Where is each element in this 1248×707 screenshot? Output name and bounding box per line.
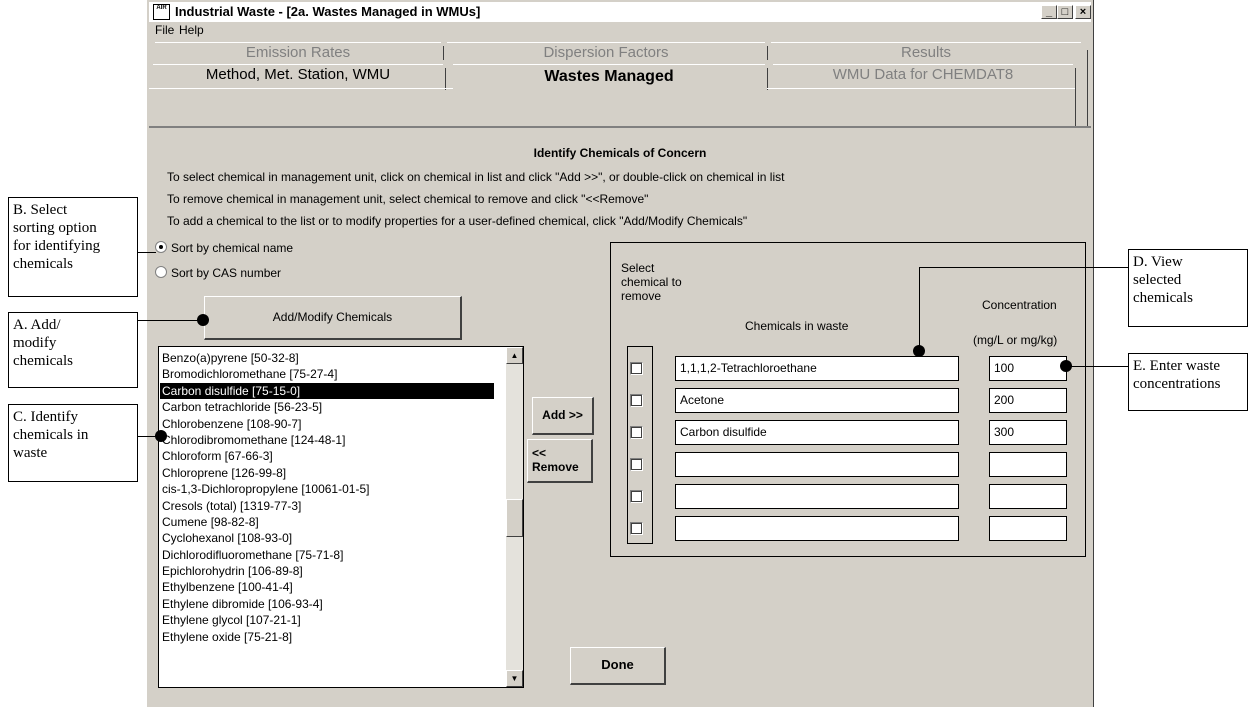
radio-empty-icon bbox=[155, 266, 167, 278]
chemical-in-waste-field[interactable] bbox=[675, 484, 959, 509]
remove-checkbox-column bbox=[627, 346, 653, 544]
chemical-list-item[interactable]: Chloroform [67-66-3] bbox=[160, 448, 494, 464]
concentration-input[interactable] bbox=[989, 516, 1067, 541]
callout-b: B. Select sorting option for identifying… bbox=[8, 197, 138, 297]
leader-c-dot bbox=[155, 430, 167, 442]
concentration-input[interactable] bbox=[989, 484, 1067, 509]
remove-column-header: Select chemical to remove bbox=[621, 261, 682, 303]
scroll-down-icon[interactable]: ▼ bbox=[506, 670, 523, 687]
remove-checkbox[interactable] bbox=[630, 426, 643, 439]
instruction-add-modify: To add a chemical to the list or to modi… bbox=[167, 214, 748, 228]
add-button[interactable]: Add >> bbox=[532, 397, 594, 435]
chemical-list-item[interactable]: Cresols (total) [1319-77-3] bbox=[160, 498, 494, 514]
chemical-in-waste-field[interactable] bbox=[675, 452, 959, 477]
instruction-select: To select chemical in management unit, c… bbox=[167, 170, 785, 184]
chemical-in-waste-field[interactable]: Carbon disulfide bbox=[675, 420, 959, 445]
scroll-up-icon[interactable]: ▲ bbox=[506, 347, 523, 364]
remove-checkbox[interactable] bbox=[630, 458, 643, 471]
chemical-list-item[interactable]: Carbon disulfide [75-15-0] bbox=[160, 382, 494, 400]
callout-c: C. Identify chemicals in waste bbox=[8, 404, 138, 482]
chemical-list-item[interactable]: cis-1,3-Dichloropropylene [10061-01-5] bbox=[160, 481, 494, 497]
tab-results[interactable]: Results bbox=[771, 42, 1081, 62]
leader-b bbox=[138, 252, 156, 253]
callout-d: D. View selected chemicals bbox=[1128, 249, 1248, 327]
maximize-button[interactable]: □ bbox=[1057, 5, 1073, 19]
remove-checkbox[interactable] bbox=[630, 362, 643, 375]
instruction-remove: To remove chemical in management unit, s… bbox=[167, 192, 649, 206]
chemical-list-item[interactable]: Benzo(a)pyrene [50-32-8] bbox=[160, 350, 494, 366]
remove-button[interactable]: << Remove bbox=[527, 439, 593, 483]
menu-help[interactable]: Help bbox=[179, 23, 204, 37]
callout-a: A. Add/ modify chemicals bbox=[8, 312, 138, 388]
chemical-list-item[interactable]: Ethylbenzene [100-41-4] bbox=[160, 579, 494, 595]
tab-method-station-wmu[interactable]: Method, Met. Station, WMU bbox=[153, 64, 443, 84]
radio-selected-icon bbox=[155, 241, 167, 253]
remove-checkbox[interactable] bbox=[630, 490, 643, 503]
window-title: Industrial Waste - [2a. Wastes Managed i… bbox=[175, 4, 481, 19]
leader-d-vertical bbox=[919, 267, 920, 351]
chemical-list-item[interactable]: Cumene [98-82-8] bbox=[160, 514, 494, 530]
chemical-list-item[interactable]: Bromodichloromethane [75-27-4] bbox=[160, 366, 494, 382]
done-button[interactable]: Done bbox=[570, 647, 666, 685]
leader-a-dot bbox=[197, 314, 209, 326]
scroll-thumb[interactable] bbox=[506, 499, 523, 537]
leader-d-horizontal bbox=[920, 267, 1128, 268]
leader-a bbox=[138, 320, 202, 321]
leader-d-dot bbox=[913, 345, 925, 357]
minimize-button[interactable]: _ bbox=[1041, 5, 1057, 19]
app-window: AIR Industrial Waste - [2a. Wastes Manag… bbox=[146, 0, 1094, 707]
remove-checkbox[interactable] bbox=[630, 522, 643, 535]
chemical-list-item[interactable]: Cyclohexanol [108-93-0] bbox=[160, 530, 494, 546]
leader-e bbox=[1068, 366, 1128, 367]
units-column-header: (mg/L or mg/kg) bbox=[973, 333, 1058, 347]
concentration-input[interactable]: 200 bbox=[989, 388, 1067, 413]
concentration-input[interactable]: 300 bbox=[989, 420, 1067, 445]
section-heading: Identify Chemicals of Concern bbox=[533, 146, 707, 160]
chemical-in-waste-field[interactable] bbox=[675, 516, 959, 541]
chemical-list-item[interactable]: Ethylene dibromide [106-93-4] bbox=[160, 596, 494, 612]
chemical-list-item[interactable]: Carbon tetrachloride [56-23-5] bbox=[160, 399, 494, 415]
remove-checkbox[interactable] bbox=[630, 394, 643, 407]
chemical-listbox[interactable]: Benzo(a)pyrene [50-32-8] Bromodichloromet… bbox=[158, 346, 524, 688]
chemical-list-item[interactable]: Chlorodibromomethane [124-48-1] bbox=[160, 432, 494, 448]
chemical-list-item[interactable]: Dichlorodifluoromethane [75-71-8] bbox=[160, 547, 494, 563]
tab-wmu-data-chemdat8[interactable]: WMU Data for CHEMDAT8 bbox=[773, 64, 1073, 84]
sort-by-name-radio[interactable]: Sort by chemical name bbox=[155, 241, 293, 255]
tab-dispersion-factors[interactable]: Dispersion Factors bbox=[447, 42, 765, 62]
menu-bar: File Help bbox=[149, 22, 1091, 40]
chemicals-column-header: Chemicals in waste bbox=[745, 319, 849, 333]
list-scrollbar[interactable]: ▲ ▼ bbox=[506, 347, 523, 687]
chemical-in-waste-field[interactable]: Acetone bbox=[675, 388, 959, 413]
tab-emission-rates[interactable]: Emission Rates bbox=[155, 42, 441, 62]
chemical-in-waste-field[interactable]: 1,1,1,2-Tetrachloroethane bbox=[675, 356, 959, 381]
chemical-list-item[interactable]: Chloroprene [126-99-8] bbox=[160, 465, 494, 481]
air-app-icon: AIR bbox=[153, 4, 170, 20]
title-bar: AIR Industrial Waste - [2a. Wastes Manag… bbox=[149, 2, 1091, 22]
concentration-input[interactable]: 100 bbox=[989, 356, 1067, 381]
chemical-list-item[interactable]: Chlorobenzene [108-90-7] bbox=[160, 416, 494, 432]
leader-e-dot bbox=[1060, 360, 1072, 372]
concentration-input[interactable] bbox=[989, 452, 1067, 477]
sort-by-cas-radio[interactable]: Sort by CAS number bbox=[155, 266, 281, 280]
add-modify-chemicals-button[interactable]: Add/Modify Chemicals bbox=[204, 296, 462, 340]
close-button[interactable]: × bbox=[1075, 5, 1091, 19]
chemical-list-item[interactable]: Ethylene glycol [107-21-1] bbox=[160, 612, 494, 628]
concentration-column-header: Concentration bbox=[982, 298, 1057, 312]
callout-e: E. Enter waste concentrations bbox=[1128, 353, 1248, 411]
chemical-list: Benzo(a)pyrene [50-32-8] Bromodichloromet… bbox=[160, 350, 494, 645]
tab-wastes-managed[interactable]: Wastes Managed bbox=[453, 64, 765, 88]
chemical-list-item[interactable]: Epichlorohydrin [106-89-8] bbox=[160, 563, 494, 579]
chemical-list-item[interactable]: Ethylene oxide [75-21-8] bbox=[160, 629, 494, 645]
menu-file[interactable]: File bbox=[155, 23, 174, 37]
